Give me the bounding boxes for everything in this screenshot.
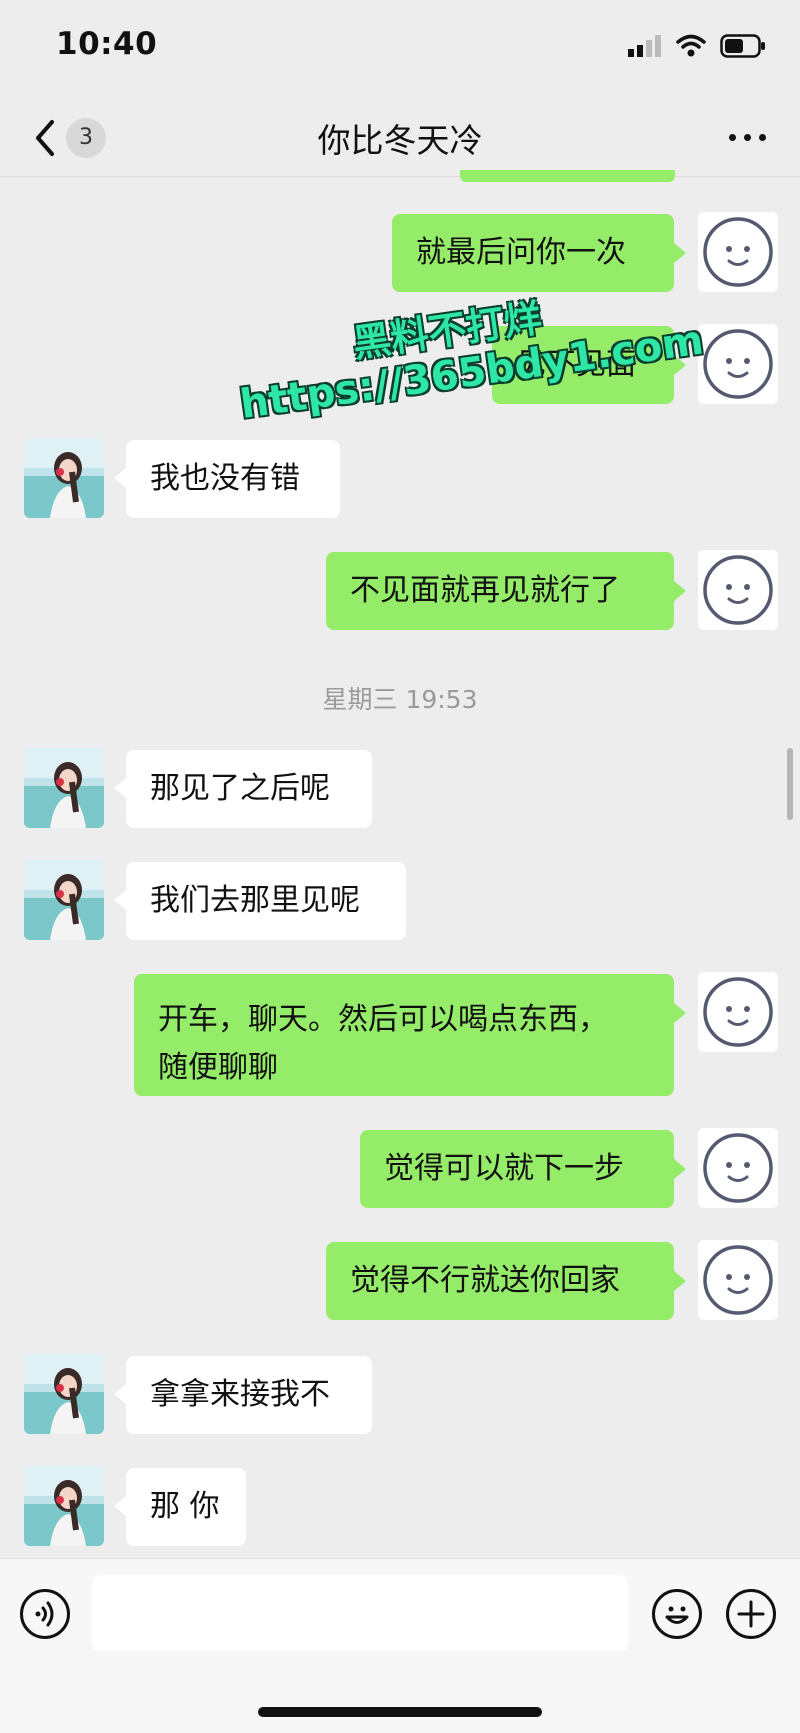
signal-icon — [628, 35, 661, 57]
smiley-avatar-icon — [703, 977, 773, 1047]
plus-icon[interactable] — [726, 1589, 776, 1639]
previous-message-fragment — [460, 170, 675, 182]
wifi-icon — [676, 34, 706, 57]
message-text: 我们去那里见呢 — [150, 883, 360, 918]
my-avatar[interactable] — [698, 1128, 778, 1208]
voice-icon[interactable] — [20, 1589, 70, 1639]
message-incoming[interactable]: 我们去那里见呢 — [126, 862, 406, 940]
message-text: 见不见面 — [516, 347, 636, 382]
message-incoming[interactable]: 我也没有错 — [126, 440, 340, 518]
message-text: 拿拿来接我不 — [150, 1377, 330, 1412]
my-avatar[interactable] — [698, 212, 778, 292]
battery-icon — [720, 34, 765, 58]
message-text-line: 开车，聊天。然后可以喝点东西， — [158, 1002, 608, 1037]
contact-photo — [24, 748, 104, 828]
message-text-line: 随便聊聊 — [158, 1050, 278, 1085]
message-incoming[interactable]: 那见了之后呢 — [126, 750, 372, 828]
message-outgoing[interactable]: 觉得不行就送你回家 — [326, 1242, 674, 1320]
emoji-icon[interactable] — [652, 1589, 702, 1639]
message-outgoing[interactable]: 见不见面 — [492, 326, 674, 404]
smiley-avatar-icon — [703, 1133, 773, 1203]
contact-photo — [24, 438, 104, 518]
message-text: 觉得不行就送你回家 — [350, 1263, 620, 1298]
my-avatar[interactable] — [698, 324, 778, 404]
input-bar — [0, 1558, 800, 1733]
more-icon[interactable] — [729, 134, 766, 141]
status-time: 10:40 — [56, 26, 158, 62]
message-timestamp: 星期三 19:53 — [322, 685, 478, 714]
message-incoming[interactable]: 那 你 — [126, 1468, 246, 1546]
message-outgoing[interactable]: 不见面就再见就行了 — [326, 552, 674, 630]
message-outgoing[interactable]: 觉得可以就下一步 — [360, 1130, 674, 1208]
message-input[interactable] — [92, 1575, 628, 1651]
smiley-avatar-icon — [703, 1245, 773, 1315]
message-incoming[interactable]: 拿拿来接我不 — [126, 1356, 372, 1434]
smiley-avatar-icon — [703, 217, 773, 287]
message-text: 觉得可以就下一步 — [384, 1151, 624, 1186]
message-text: 就最后问你一次 — [416, 235, 626, 270]
scrollbar[interactable] — [787, 748, 793, 820]
my-avatar[interactable] — [698, 1240, 778, 1320]
message-text: 那 你 — [150, 1489, 220, 1524]
message-outgoing[interactable]: 就最后问你一次 — [392, 214, 674, 292]
home-indicator — [258, 1707, 542, 1717]
message-text: 那见了之后呢 — [150, 771, 330, 806]
status-bar: 10:40 — [0, 0, 800, 100]
message-text: 我也没有错 — [150, 461, 300, 496]
chat-header: 3 你比冬天冷 — [0, 100, 800, 177]
contact-photo — [24, 860, 104, 940]
message-outgoing[interactable]: 开车，聊天。然后可以喝点东西， 随便聊聊 — [134, 974, 674, 1096]
contact-photo — [24, 1466, 104, 1546]
status-icons — [628, 34, 766, 58]
message-text: 不见面就再见就行了 — [350, 573, 620, 608]
contact-avatar[interactable] — [24, 748, 104, 828]
contact-avatar[interactable] — [24, 438, 104, 518]
contact-avatar[interactable] — [24, 860, 104, 940]
contact-avatar[interactable] — [24, 1466, 104, 1546]
my-avatar[interactable] — [698, 550, 778, 630]
chat-title: 你比冬天冷 — [317, 121, 483, 160]
smiley-avatar-icon — [703, 329, 773, 399]
contact-photo — [24, 1354, 104, 1434]
smiley-avatar-icon — [703, 555, 773, 625]
contact-avatar[interactable] — [24, 1354, 104, 1434]
my-avatar[interactable] — [698, 972, 778, 1052]
